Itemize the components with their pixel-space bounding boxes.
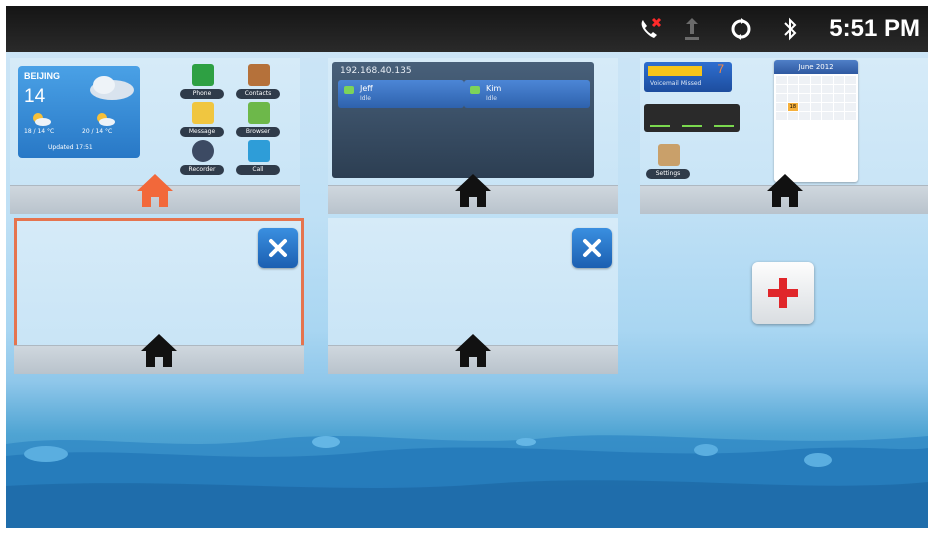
calendar-widget[interactable]: June 2012 18 [774, 60, 858, 182]
close-icon [269, 239, 287, 257]
home-icon[interactable] [766, 172, 804, 208]
contacts-icon [248, 64, 270, 86]
app-label: Call [236, 165, 280, 175]
home-icon[interactable] [454, 172, 492, 208]
voicemail-count: 7 [717, 62, 724, 76]
add-home-button[interactable] [752, 262, 814, 324]
weather-updated: Updated 17:51 [48, 144, 93, 151]
toggle-item[interactable] [682, 109, 702, 127]
app-label: Settings [646, 169, 690, 179]
home-panel-4[interactable] [14, 218, 304, 374]
sun-cloud-icon [33, 113, 51, 126]
app-label: Browser [236, 127, 280, 137]
remove-home-button[interactable] [258, 228, 298, 268]
quick-toggles-widget[interactable] [644, 104, 740, 132]
app-contacts[interactable]: Contacts [236, 64, 280, 102]
calendar-today[interactable]: 18 [787, 103, 799, 111]
voicemail-label: Voicemail Missed [650, 80, 702, 87]
sun-cloud-icon [97, 113, 115, 126]
line-status: Idle [486, 95, 497, 102]
line-button[interactable]: Kim Idle [464, 80, 590, 108]
home-panel-3[interactable]: 7 Voicemail Missed Settings June 2012 18 [640, 58, 928, 214]
account-address: 192.168.40.135 [340, 66, 412, 76]
close-icon [583, 239, 601, 257]
forecast-day-1: 18 / 14 °C [24, 128, 55, 135]
app-label: Recorder [180, 165, 224, 175]
app-recorder[interactable]: Recorder [180, 140, 224, 178]
weather-city: BEIJING [24, 71, 61, 81]
line-name: Kim [486, 84, 502, 93]
app-message[interactable]: Message [180, 102, 224, 140]
person-icon [470, 86, 480, 94]
app-settings[interactable]: Settings [646, 144, 690, 182]
line-name: Jeff [360, 84, 373, 93]
toggle-item[interactable] [650, 109, 670, 127]
person-icon [344, 86, 354, 94]
voicemail-bar [648, 66, 702, 76]
bluetooth-icon [780, 16, 800, 42]
app-browser[interactable]: Browser [236, 102, 280, 140]
home-panel-1[interactable]: BEIJING 14 18 / 14 °C 20 / 14 °C Updated… [10, 58, 300, 214]
upload-icon [682, 16, 702, 42]
weather-temp: 14 [24, 86, 46, 107]
app-call[interactable]: Call [236, 140, 280, 178]
phone-icon [192, 64, 214, 86]
water-wallpaper [6, 435, 928, 528]
recorder-icon [192, 140, 214, 162]
call-icon [248, 140, 270, 162]
home-icon-active[interactable] [136, 172, 174, 208]
line-button[interactable]: Jeff Idle [338, 80, 464, 108]
call-lines-widget[interactable]: 192.168.40.135 Jeff Idle Kim Idle [332, 62, 594, 178]
app-label: Contacts [236, 89, 280, 99]
app-label: Phone [180, 89, 224, 99]
browser-icon [248, 102, 270, 124]
remove-home-button[interactable] [572, 228, 612, 268]
home-screen-manager: 5:51 PM BEIJING 14 18 / 14 °C 20 / 14 °C… [6, 6, 928, 528]
app-phone[interactable]: Phone [180, 64, 224, 102]
home-panel-5[interactable] [328, 218, 618, 374]
missed-call-icon [636, 16, 664, 42]
voicemail-widget[interactable]: 7 Voicemail Missed [644, 62, 732, 92]
weather-widget[interactable]: BEIJING 14 18 / 14 °C 20 / 14 °C Updated… [18, 66, 140, 158]
toggle-item[interactable] [714, 109, 734, 127]
calendar-grid: 18 [774, 74, 858, 122]
clock: 5:51 PM [829, 15, 920, 42]
home-panel-2[interactable]: 192.168.40.135 Jeff Idle Kim Idle [328, 58, 618, 214]
sync-icon [728, 16, 754, 42]
settings-icon [658, 144, 680, 166]
plus-icon [768, 278, 798, 308]
home-icon[interactable] [454, 332, 492, 368]
cloud-icon [90, 76, 134, 100]
calendar-month: June 2012 [774, 60, 858, 74]
app-label: Message [180, 127, 224, 137]
forecast-day-2: 20 / 14 °C [82, 128, 113, 135]
home-icon[interactable] [140, 332, 178, 368]
status-bar: 5:51 PM [6, 6, 928, 52]
line-status: Idle [360, 95, 371, 102]
message-icon [192, 102, 214, 124]
